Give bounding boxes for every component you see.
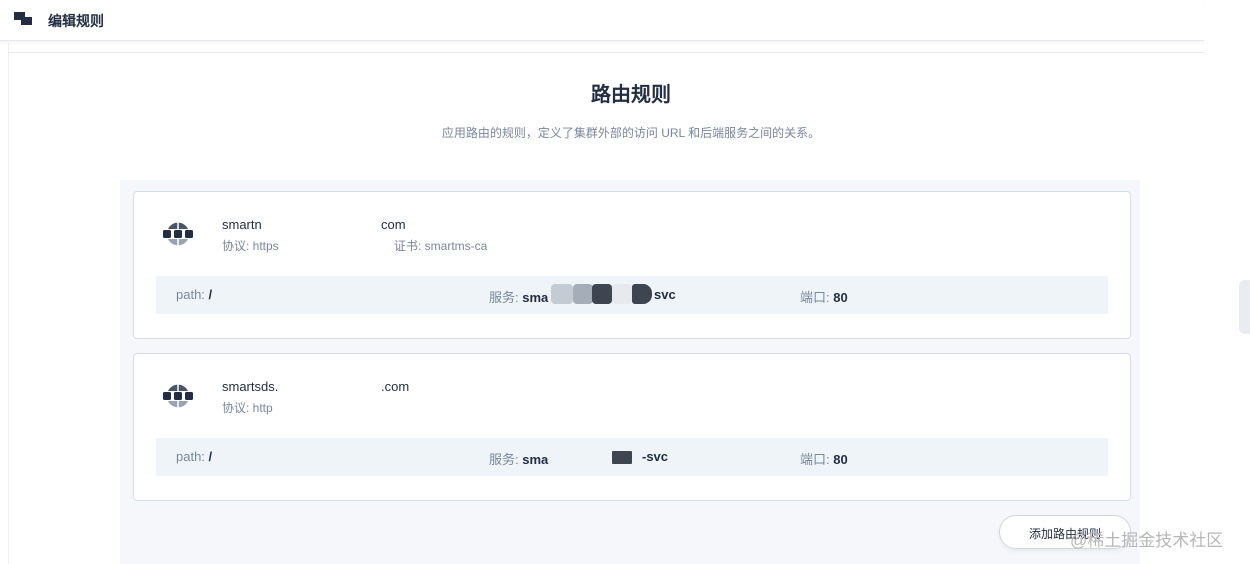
page-header-title: 编辑规则 [48, 13, 104, 29]
service-name-prefix: sma [522, 452, 549, 467]
redacted-block [612, 451, 632, 464]
port-label: 端口: [800, 290, 830, 305]
redacted-block [592, 284, 612, 304]
port-label: 端口: [800, 452, 830, 467]
rule-certificate: 证书: smartms-ca [394, 239, 488, 253]
service-name-suffix: -svc [642, 449, 669, 464]
service-name-prefix: sma [522, 290, 549, 305]
redacted-block [573, 284, 593, 304]
section-title: 路由规则 [591, 84, 671, 106]
content-border-left [8, 40, 9, 564]
path-label: path: [176, 287, 205, 302]
redacted-block [551, 284, 573, 304]
side-scroll-handle[interactable] [1239, 280, 1250, 334]
rule-host-prefix: smartn [222, 217, 262, 232]
rule-host-prefix: smartsds. [222, 379, 279, 394]
rule-path-row: path: / 服务: sma -svc 端口: 80 [156, 438, 1108, 476]
port-value: 80 [833, 452, 848, 467]
rule-card: smartsds. .com 协议: http path: / 服务: sma … [133, 353, 1131, 501]
path-value: / [208, 449, 213, 464]
stacked-squares-icon [14, 12, 32, 25]
redacted-block [612, 284, 632, 304]
top-bar: 编辑规则 [0, 0, 1204, 41]
section-description: 应用路由的规则，定义了集群外部的访问 URL 和后端服务之间的关系。 [441, 126, 821, 140]
service-label: 服务: [489, 290, 519, 305]
rule-path-row: path: / 服务: sma svc 端口: 80 [156, 276, 1108, 314]
rule-host-suffix: .com [381, 379, 410, 394]
rule-protocol: 协议: https [222, 239, 279, 253]
redacted-block [632, 284, 652, 304]
service-name-suffix: svc [654, 287, 676, 302]
rule-card: smartn com 协议: https 证书: smartms-ca path… [133, 191, 1131, 339]
rule-host-suffix: com [381, 217, 406, 232]
port-value: 80 [833, 290, 848, 305]
globe-icon [163, 384, 193, 408]
service-label: 服务: [489, 452, 519, 467]
path-value: / [208, 287, 213, 302]
watermark-text: @稀土掘金技术社区 [1070, 531, 1224, 550]
globe-icon [163, 222, 193, 246]
path-label: path: [176, 449, 205, 464]
content-border-top [8, 52, 1204, 53]
rule-protocol: 协议: http [222, 401, 273, 415]
